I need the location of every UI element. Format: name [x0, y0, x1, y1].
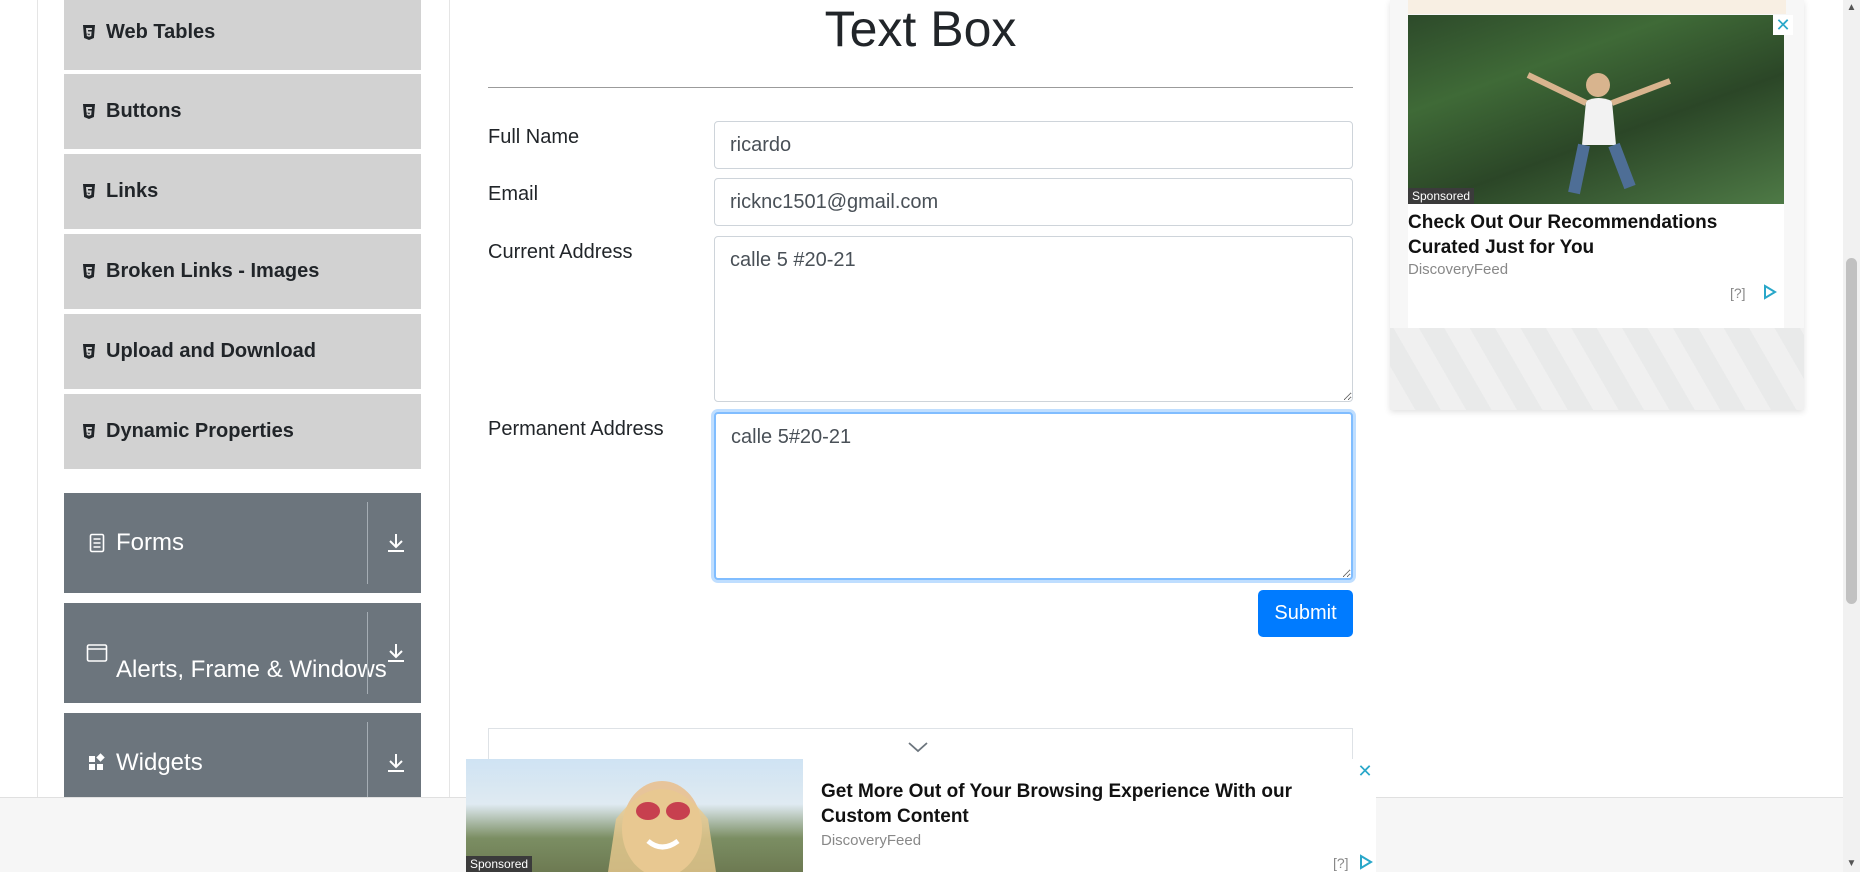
- page-title: Text Box: [824, 1, 1017, 57]
- title-divider: [488, 87, 1353, 88]
- sidebar-item-dynamic-properties[interactable]: Dynamic Properties: [64, 394, 421, 471]
- current-address-label: Current Address: [488, 241, 633, 263]
- sidebar-item-broken-links[interactable]: Broken Links - Images: [64, 234, 421, 311]
- sidebar-item-label: Web Tables: [106, 21, 216, 43]
- sidebar-item-upload-download[interactable]: Upload and Download: [64, 314, 421, 391]
- sidebar-group-forms[interactable]: Forms: [64, 493, 421, 593]
- html5-icon: [83, 24, 95, 40]
- ad-right[interactable]: Sponsored ✕ Check Out Our Recommendation…: [1390, 0, 1804, 410]
- group-separator: [367, 722, 368, 804]
- group-separator: [367, 502, 368, 584]
- page: Web Tables Buttons Links Broken Links - …: [0, 0, 1860, 872]
- download-arrow-icon[interactable]: [383, 640, 409, 666]
- scroll-up-arrow-icon[interactable]: ▲: [1846, 3, 1857, 13]
- document-icon: [86, 533, 108, 553]
- group-label: Alerts, Frame & Windows: [116, 656, 387, 683]
- ad-sponsored-badge: Sponsored: [1408, 188, 1475, 204]
- email-label: Email: [488, 183, 539, 205]
- full-name-input[interactable]: [714, 121, 1353, 169]
- adchoices-icon[interactable]: [1358, 854, 1374, 870]
- sidebar-item-label: Broken Links - Images: [106, 260, 320, 282]
- download-arrow-icon[interactable]: [383, 530, 409, 556]
- permanent-address-input[interactable]: calle 5#20-21: [714, 412, 1353, 580]
- permanent-address-label: Permanent Address: [488, 418, 664, 440]
- ad-image[interactable]: Sponsored: [1408, 15, 1784, 204]
- chevron-down-icon[interactable]: [906, 740, 930, 754]
- ad-top-strip: [1408, 0, 1786, 14]
- html5-icon: [83, 423, 95, 439]
- sidebar-item-label: Upload and Download: [106, 340, 316, 362]
- group-label: Forms: [116, 529, 184, 556]
- submit-button[interactable]: Submit: [1258, 590, 1353, 637]
- ad-pattern: [1390, 328, 1804, 410]
- current-address-input[interactable]: calle 5 #20-21: [714, 236, 1353, 402]
- page-scrollbar[interactable]: ▲ ▼: [1843, 0, 1860, 872]
- ad-close-icon[interactable]: ✕: [1355, 761, 1375, 781]
- group-separator: [367, 612, 368, 694]
- ad-info-link[interactable]: [?]: [1730, 285, 1746, 301]
- scroll-down-arrow-icon[interactable]: ▼: [1846, 859, 1857, 869]
- window-icon: [86, 643, 108, 663]
- scroll-thumb[interactable]: [1846, 258, 1857, 604]
- group-label: Widgets: [116, 749, 203, 776]
- ad-headline[interactable]: Check Out Our Recommendations Curated Ju…: [1408, 210, 1768, 260]
- ad-photo-illustration: [1526, 72, 1672, 195]
- adchoices-icon[interactable]: [1762, 284, 1778, 300]
- html5-icon: [83, 343, 95, 359]
- html5-icon: [83, 263, 95, 279]
- ad-card[interactable]: Check Out Our Recommendations Curated Ju…: [1408, 204, 1784, 328]
- sidebar-item-label: Buttons: [106, 100, 182, 122]
- download-arrow-icon[interactable]: [383, 750, 409, 776]
- ad-source[interactable]: DiscoveryFeed: [821, 832, 921, 849]
- ad-image[interactable]: Sponsored: [466, 759, 803, 872]
- sidebar-item-web-tables[interactable]: Web Tables: [64, 0, 421, 72]
- full-name-label: Full Name: [488, 126, 580, 148]
- ad-info-link[interactable]: [?]: [1333, 855, 1349, 871]
- ad-bottom[interactable]: Sponsored Get More Out of Your Browsing …: [466, 759, 1376, 872]
- sidebar-item-buttons[interactable]: Buttons: [64, 74, 421, 151]
- ad-source[interactable]: DiscoveryFeed: [1408, 261, 1508, 278]
- email-input[interactable]: [714, 178, 1353, 226]
- ad-headline[interactable]: Get More Out of Your Browsing Experience…: [821, 779, 1341, 829]
- sidebar-item-label: Dynamic Properties: [106, 420, 294, 442]
- ad-close-icon[interactable]: ✕: [1773, 15, 1793, 35]
- sidebar-item-label: Links: [106, 180, 159, 202]
- sidebar-item-links[interactable]: Links: [64, 154, 421, 231]
- ad-sponsored-badge: Sponsored: [466, 856, 533, 872]
- html5-icon: [83, 183, 95, 199]
- widgets-icon: [86, 753, 108, 773]
- html5-icon: [83, 103, 95, 119]
- sidebar-group-alerts[interactable]: Alerts, Frame & Windows: [64, 603, 421, 703]
